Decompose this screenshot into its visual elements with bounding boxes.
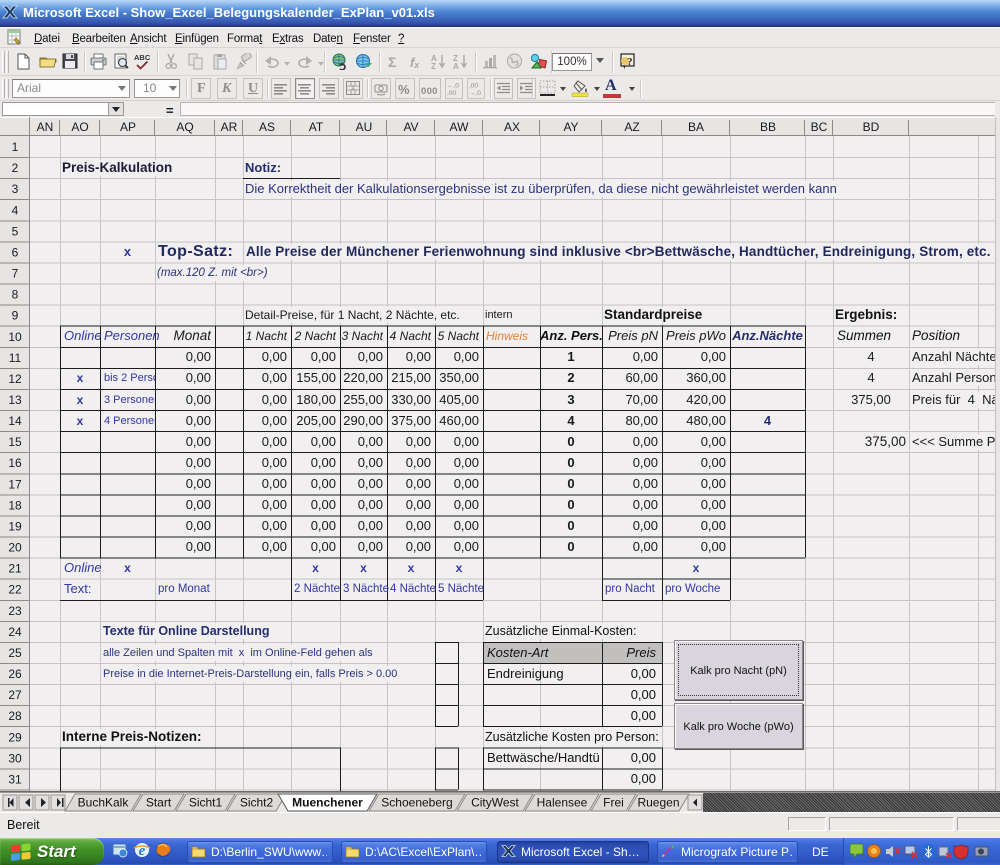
svg-text:AQ: AQ xyxy=(176,120,193,134)
svg-text:27: 27 xyxy=(8,688,22,702)
svg-text:Start: Start xyxy=(146,796,172,810)
svg-text:8: 8 xyxy=(12,288,19,302)
svg-text:AP: AP xyxy=(120,120,136,134)
svg-text:A: A xyxy=(453,62,459,70)
svg-text:1: 1 xyxy=(12,140,19,154)
svg-text:BuchKalk: BuchKalk xyxy=(78,796,130,810)
svg-text:20: 20 xyxy=(8,541,22,555)
svg-text:19: 19 xyxy=(8,520,22,534)
svg-text:25: 25 xyxy=(8,646,22,660)
svg-text:30: 30 xyxy=(8,751,22,765)
svg-text:ABC: ABC xyxy=(134,53,151,62)
svg-text:Frei: Frei xyxy=(603,796,624,810)
svg-text:,00: ,00 xyxy=(469,83,478,90)
svg-text:AY: AY xyxy=(563,120,578,134)
svg-text:BA: BA xyxy=(688,120,704,134)
svg-text:BB: BB xyxy=(760,120,776,134)
svg-text:11: 11 xyxy=(9,351,22,365)
svg-text:12: 12 xyxy=(8,372,22,386)
svg-text:AU: AU xyxy=(356,120,373,134)
svg-text:29: 29 xyxy=(8,730,22,744)
svg-text:Sicht2: Sicht2 xyxy=(240,796,274,810)
svg-text:26: 26 xyxy=(8,667,22,681)
svg-text:Sicht1: Sicht1 xyxy=(189,796,223,810)
svg-text:28: 28 xyxy=(8,709,22,723)
svg-text:7: 7 xyxy=(12,267,19,281)
svg-text:31: 31 xyxy=(8,772,22,786)
svg-text:21: 21 xyxy=(8,562,22,576)
svg-text:Ruegen: Ruegen xyxy=(637,796,679,810)
svg-text:10: 10 xyxy=(8,330,22,344)
svg-text:2: 2 xyxy=(12,161,19,175)
svg-text:6: 6 xyxy=(12,245,19,259)
svg-text:CityWest: CityWest xyxy=(471,796,519,810)
svg-text:BC: BC xyxy=(811,120,828,134)
svg-text:9: 9 xyxy=(12,309,19,323)
svg-text:AW: AW xyxy=(450,120,470,134)
svg-text:13: 13 xyxy=(8,393,22,407)
svg-text:4: 4 xyxy=(12,203,19,217)
svg-text:AS: AS xyxy=(259,120,275,134)
svg-text:23: 23 xyxy=(8,604,22,618)
svg-text:AO: AO xyxy=(71,120,88,134)
svg-text:5: 5 xyxy=(12,224,19,238)
svg-text:→,0: →,0 xyxy=(469,90,481,96)
svg-text:,00: ,00 xyxy=(447,90,456,96)
svg-text:15: 15 xyxy=(8,435,22,449)
svg-text:Schoeneberg: Schoeneberg xyxy=(381,796,452,810)
svg-text:Z: Z xyxy=(431,62,436,70)
svg-text:AT: AT xyxy=(309,120,324,134)
svg-text:AR: AR xyxy=(221,120,238,134)
svg-text:Muenchener: Muenchener xyxy=(292,796,363,810)
svg-text:AN: AN xyxy=(37,120,54,134)
svg-text:?: ? xyxy=(627,56,633,68)
svg-text:AV: AV xyxy=(403,120,418,134)
svg-text:←,0: ←,0 xyxy=(447,83,459,90)
svg-text:Halensee: Halensee xyxy=(537,796,588,810)
svg-text:BD: BD xyxy=(863,120,880,134)
svg-text:17: 17 xyxy=(8,477,22,491)
svg-text:16: 16 xyxy=(8,456,22,470)
svg-text:AZ: AZ xyxy=(624,120,639,134)
svg-text:14: 14 xyxy=(8,414,22,428)
svg-text:18: 18 xyxy=(8,498,22,512)
svg-text:AX: AX xyxy=(504,120,520,134)
svg-text:3: 3 xyxy=(12,182,19,196)
svg-text:24: 24 xyxy=(8,625,22,639)
svg-text:22: 22 xyxy=(8,583,22,597)
